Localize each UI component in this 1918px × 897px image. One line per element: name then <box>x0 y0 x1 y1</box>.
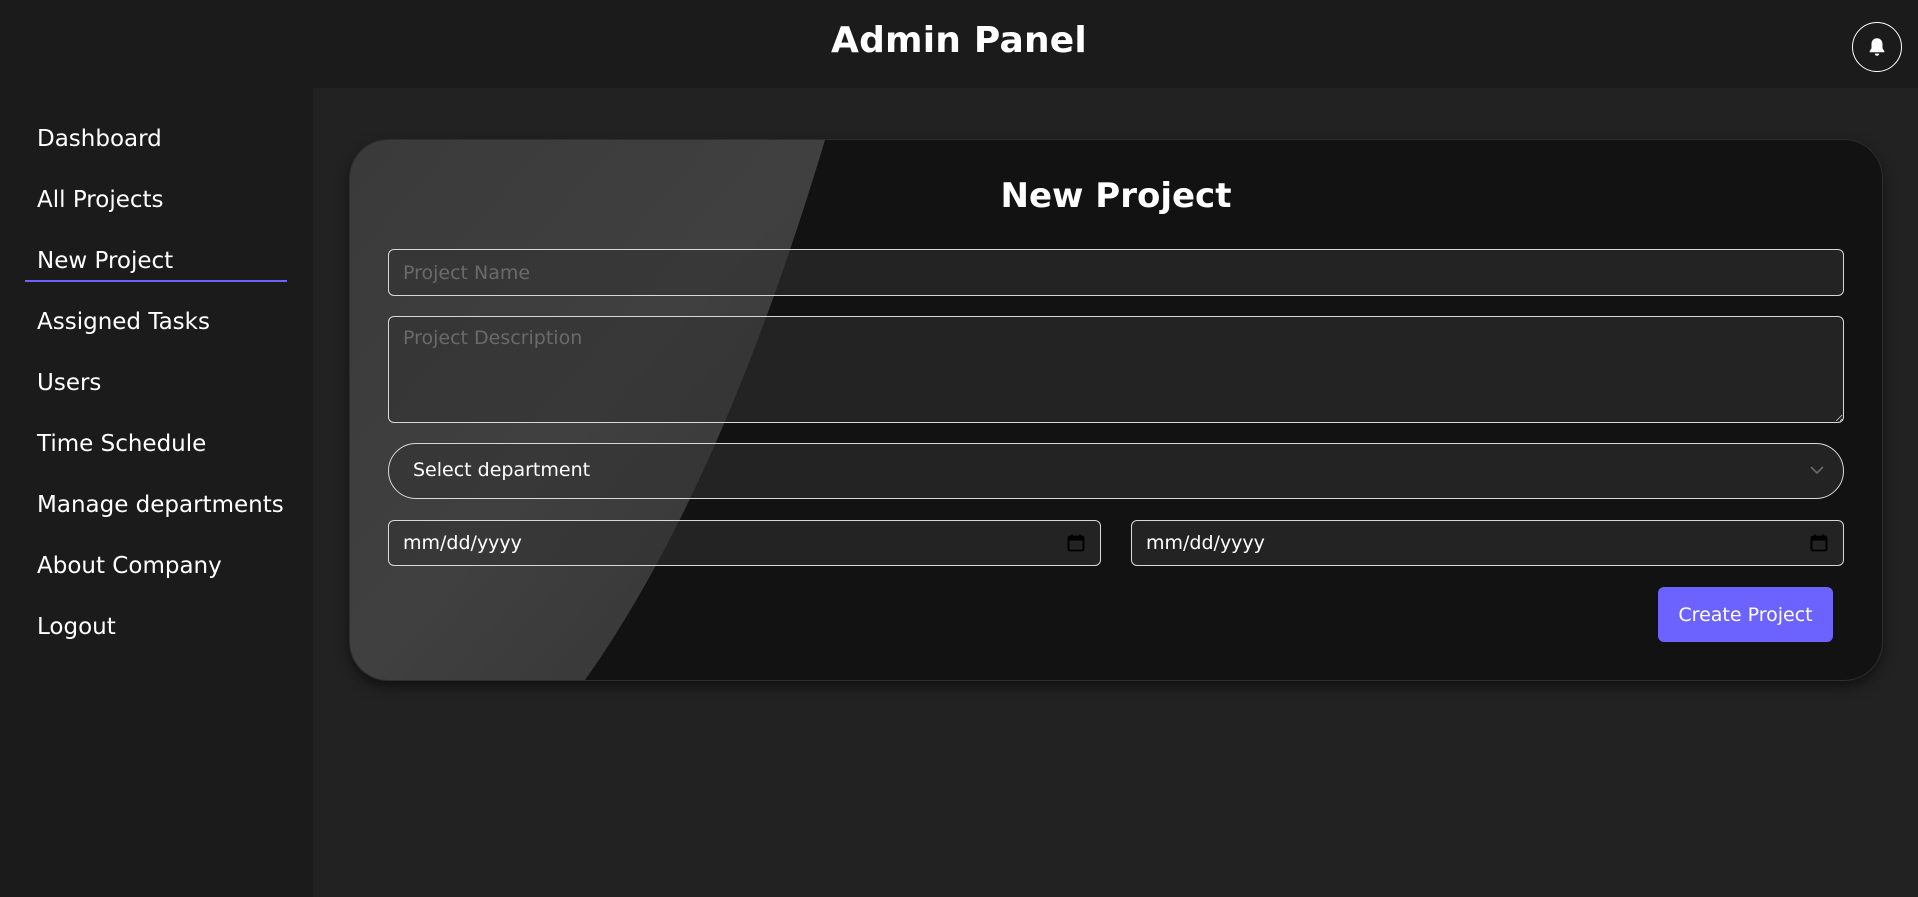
new-project-form: New Project Select department mm/dd/yyyy… <box>350 140 1882 680</box>
end-date-value: mm/dd/yyyy <box>1146 532 1265 554</box>
app-title: Admin Panel <box>831 20 1087 61</box>
chevron-down-icon <box>1810 466 1824 475</box>
bell-icon <box>1869 38 1885 56</box>
sidebar-item-users[interactable]: Users <box>25 362 287 404</box>
create-project-button[interactable]: Create Project <box>1658 587 1833 642</box>
end-date-input[interactable]: mm/dd/yyyy <box>1131 520 1844 566</box>
start-date-value: mm/dd/yyyy <box>403 532 522 554</box>
sidebar: Dashboard All Projects New Project Assig… <box>0 88 313 897</box>
department-select[interactable]: Select department <box>388 443 1844 499</box>
sidebar-item-all-projects[interactable]: All Projects <box>25 179 287 221</box>
project-description-input[interactable] <box>388 316 1844 423</box>
sidebar-item-time-schedule[interactable]: Time Schedule <box>25 423 287 465</box>
top-header: Admin Panel <box>0 0 1918 88</box>
department-select-label: Select department <box>413 459 591 481</box>
sidebar-item-manage-departments[interactable]: Manage departments <box>25 484 287 526</box>
form-title: New Project <box>1000 176 1232 216</box>
notifications-button[interactable] <box>1852 22 1902 72</box>
sidebar-item-assigned-tasks[interactable]: Assigned Tasks <box>25 301 287 343</box>
start-date-input[interactable]: mm/dd/yyyy <box>388 520 1101 566</box>
sidebar-item-new-project[interactable]: New Project <box>25 240 287 282</box>
sidebar-item-logout[interactable]: Logout <box>25 606 287 648</box>
project-name-input[interactable] <box>388 249 1844 296</box>
calendar-icon[interactable] <box>1809 533 1829 553</box>
sidebar-item-dashboard[interactable]: Dashboard <box>25 118 287 160</box>
calendar-icon[interactable] <box>1066 533 1086 553</box>
sidebar-item-about-company[interactable]: About Company <box>25 545 287 587</box>
